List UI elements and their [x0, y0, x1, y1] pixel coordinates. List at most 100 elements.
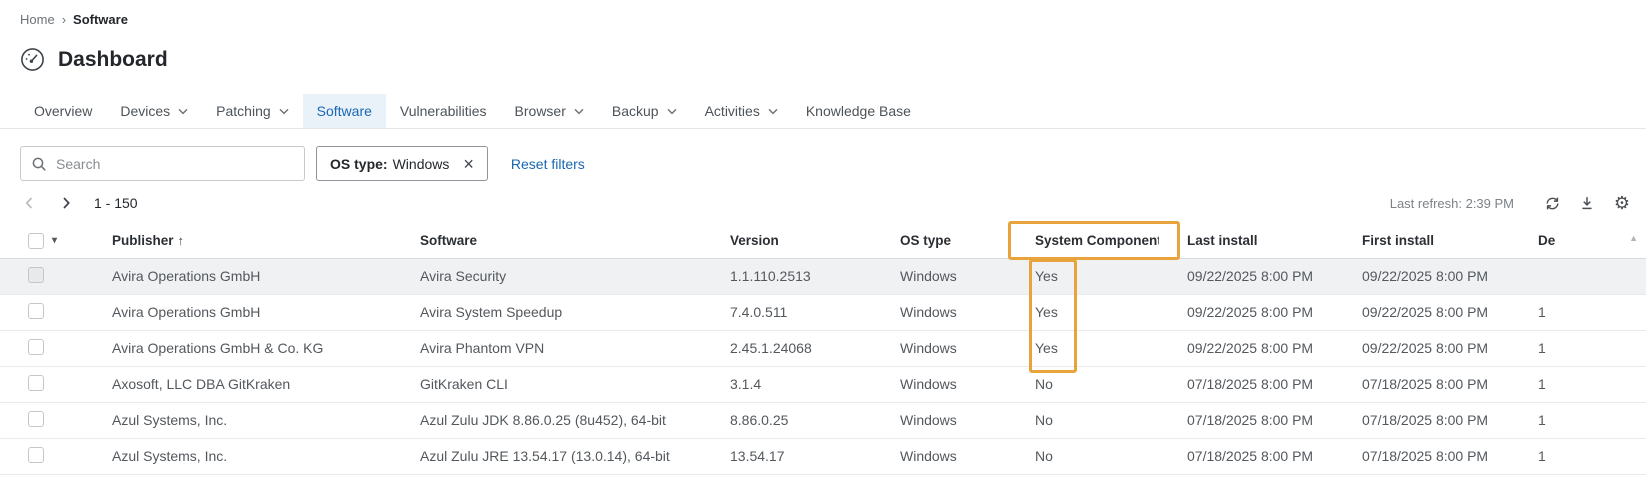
cell-devices	[1510, 258, 1646, 294]
cell-devices: 1	[1510, 366, 1646, 402]
filter-chip-value: Windows	[393, 156, 450, 172]
last-refresh-text: Last refresh: 2:39 PM	[1390, 196, 1514, 211]
cell-software: Azul Zulu JDK 8.86.0.25 (8u452), 64-bit	[392, 402, 702, 438]
table-row[interactable]: Avira Operations GmbH & Co. KGAvira Phan…	[0, 330, 1646, 366]
cell-software: Avira System Speedup	[392, 294, 702, 330]
table-row[interactable]: Avira Operations GmbHAvira Security1.1.1…	[0, 258, 1646, 294]
cell-os_type: Windows	[872, 438, 1007, 474]
cell-system_component: No	[1007, 438, 1159, 474]
search-input[interactable]	[56, 156, 294, 172]
table-row[interactable]: Avira Operations GmbHAvira System Speedu…	[0, 294, 1646, 330]
checkbox-cell	[0, 402, 84, 438]
cell-os_type: Windows	[872, 258, 1007, 294]
select-all-header[interactable]: ▾	[0, 224, 84, 258]
column-label: Last install	[1187, 233, 1258, 248]
breadcrumb: Home › Software	[20, 12, 128, 27]
cell-system_component: Yes	[1007, 294, 1159, 330]
cell-system_component: Yes	[1007, 258, 1159, 294]
software-table-wrap: ▾ Publisher ↑ SoftwareVersion OS type System …	[0, 224, 1646, 475]
table-row[interactable]: Azul Systems, Inc.Azul Zulu JRE 13.54.17…	[0, 438, 1646, 474]
cell-publisher: Avira Operations GmbH	[84, 294, 392, 330]
cell-os_type: Windows	[872, 402, 1007, 438]
tab-backup[interactable]: Backup	[598, 94, 691, 128]
checkbox-cell	[0, 294, 84, 330]
column-header-last_install[interactable]: Last install	[1159, 224, 1334, 258]
table-row[interactable]: Axosoft, LLC DBA GitKrakenGitKraken CLI3…	[0, 366, 1646, 402]
row-checkbox[interactable]	[28, 339, 44, 355]
cell-software: Azul Zulu JRE 13.54.17 (13.0.14), 64-bit	[392, 438, 702, 474]
column-header-system_component[interactable]: System Component	[1007, 224, 1159, 258]
download-icon[interactable]	[1574, 190, 1600, 216]
row-checkbox[interactable]	[28, 375, 44, 391]
cell-version: 3.1.4	[702, 366, 872, 402]
column-header-publisher[interactable]: Publisher ↑	[84, 224, 392, 258]
cell-version: 1.1.110.2513	[702, 258, 872, 294]
cell-version: 2.45.1.24068	[702, 330, 872, 366]
software-table: ▾ Publisher ↑ SoftwareVersion OS type System …	[0, 224, 1646, 475]
cell-version: 13.54.17	[702, 438, 872, 474]
tab-label: Backup	[612, 103, 659, 119]
cell-os_type: Windows	[872, 294, 1007, 330]
sort-asc-icon: ↑	[178, 233, 185, 248]
cell-software: Avira Security	[392, 258, 702, 294]
tab-label: Patching	[216, 103, 270, 119]
column-header-devices[interactable]: De	[1510, 224, 1646, 258]
column-header-os_type[interactable]: OS type	[872, 224, 1007, 258]
cell-last_install: 07/18/2025 8:00 PM	[1159, 366, 1334, 402]
tab-overview[interactable]: Overview	[20, 94, 106, 128]
breadcrumb-home-link[interactable]: Home	[20, 12, 55, 27]
cell-os_type: Windows	[872, 366, 1007, 402]
row-checkbox[interactable]	[28, 411, 44, 427]
cell-first_install: 07/18/2025 8:00 PM	[1334, 366, 1510, 402]
tab-devices[interactable]: Devices	[106, 94, 202, 128]
tab-browser[interactable]: Browser	[501, 94, 598, 128]
breadcrumb-current: Software	[73, 12, 128, 27]
cell-version: 8.86.0.25	[702, 402, 872, 438]
select-all-checkbox[interactable]	[28, 233, 44, 249]
search-box[interactable]	[20, 146, 305, 181]
tab-label: Vulnerabilities	[400, 103, 487, 119]
refresh-icon[interactable]	[1539, 190, 1565, 216]
cell-publisher: Avira Operations GmbH	[84, 258, 392, 294]
tab-activities[interactable]: Activities	[691, 94, 792, 128]
previous-page-button[interactable]	[22, 195, 38, 211]
column-label: Publisher	[112, 233, 174, 248]
column-label: De	[1538, 233, 1555, 248]
column-label: OS type	[900, 233, 951, 248]
tab-software[interactable]: Software	[303, 94, 386, 128]
filter-chip-label: OS type:	[330, 156, 388, 172]
select-menu-caret-icon[interactable]: ▾	[52, 235, 57, 246]
tab-label: Browser	[515, 103, 566, 119]
os-type-filter-chip[interactable]: OS type: Windows ×	[316, 146, 488, 181]
tab-label: Devices	[120, 103, 170, 119]
cell-system_component: No	[1007, 366, 1159, 402]
chevron-down-icon	[574, 108, 584, 115]
row-checkbox[interactable]	[28, 267, 44, 283]
tab-patching[interactable]: Patching	[202, 94, 302, 128]
pagination-range: 1 - 150	[94, 195, 138, 211]
row-checkbox[interactable]	[28, 303, 44, 319]
breadcrumb-separator-icon: ›	[62, 13, 66, 26]
cell-devices: 1	[1510, 402, 1646, 438]
tab-label: Software	[317, 103, 372, 119]
gear-icon[interactable]: ⚙	[1609, 190, 1635, 216]
cell-system_component: Yes	[1007, 330, 1159, 366]
column-header-first_install[interactable]: First install	[1334, 224, 1510, 258]
cell-publisher: Azul Systems, Inc.	[84, 438, 392, 474]
row-checkbox[interactable]	[28, 447, 44, 463]
reset-filters-link[interactable]: Reset filters	[511, 156, 585, 172]
search-icon	[31, 156, 47, 172]
next-page-button[interactable]	[58, 195, 74, 211]
column-header-software[interactable]: Software	[392, 224, 702, 258]
cell-devices: 1	[1510, 294, 1646, 330]
cell-last_install: 09/22/2025 8:00 PM	[1159, 258, 1334, 294]
cell-devices: 1	[1510, 330, 1646, 366]
remove-filter-icon[interactable]: ×	[463, 155, 474, 173]
tab-knowledge-base[interactable]: Knowledge Base	[792, 94, 925, 128]
cell-publisher: Azul Systems, Inc.	[84, 402, 392, 438]
scroll-up-icon[interactable]: ▲	[1629, 234, 1638, 243]
tab-vulnerabilities[interactable]: Vulnerabilities	[386, 94, 501, 128]
cell-publisher: Axosoft, LLC DBA GitKraken	[84, 366, 392, 402]
column-header-version[interactable]: Version	[702, 224, 872, 258]
table-row[interactable]: Azul Systems, Inc.Azul Zulu JDK 8.86.0.2…	[0, 402, 1646, 438]
